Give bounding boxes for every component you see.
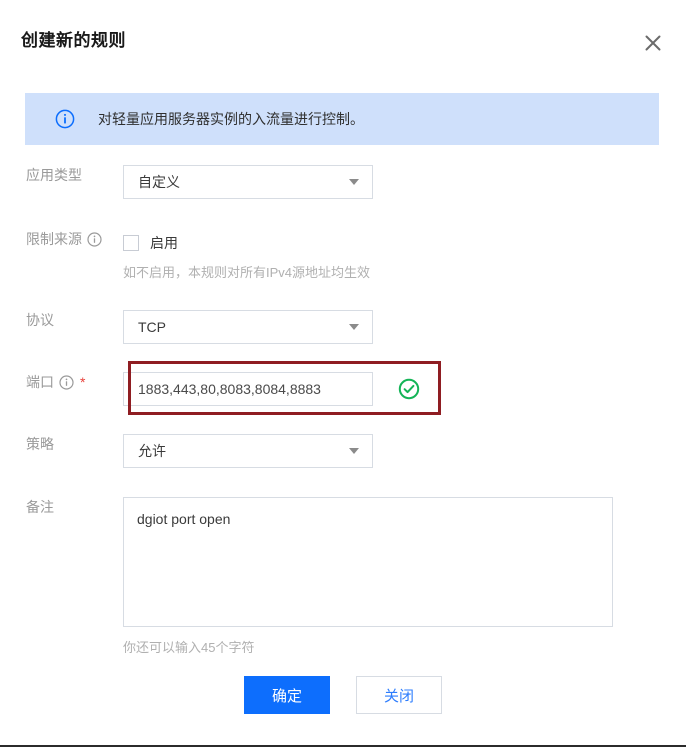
create-rule-dialog: 创建新的规则 对轻量应用服务器实例的入流量进行控制。 应用类型 自定义 限制来源… [0, 0, 686, 747]
info-banner-text: 对轻量应用服务器实例的入流量进行控制。 [98, 111, 364, 127]
app-type-select[interactable]: 自定义 [123, 165, 373, 199]
rule-form: 应用类型 自定义 限制来源 启用 如不启用，本规则对所有IPv4源地址均生效 协… [0, 165, 686, 656]
field-row-port: 端口 * 1883,443,80,8083,8084,8883 [0, 361, 686, 415]
dialog-footer: 确定 关闭 [0, 676, 686, 714]
remark-label: 备注 [0, 497, 112, 517]
protocol-field: TCP [112, 310, 686, 344]
field-row-policy: 策略 允许 [0, 434, 686, 468]
check-circle-icon [398, 378, 420, 400]
info-circle-icon[interactable] [59, 374, 74, 390]
app-type-field: 自定义 [112, 165, 686, 199]
remark-label-text: 备注 [26, 499, 54, 515]
port-label-text: 端口 [26, 374, 54, 390]
field-row-app-type: 应用类型 自定义 [0, 165, 686, 199]
protocol-label-text: 协议 [26, 312, 54, 328]
policy-field: 允许 [112, 434, 686, 468]
protocol-label: 协议 [0, 310, 112, 330]
limit-source-label: 限制来源 [0, 229, 112, 249]
protocol-value: TCP [138, 319, 166, 335]
confirm-button[interactable]: 确定 [244, 676, 330, 714]
limit-source-hint: 如不启用，本规则对所有IPv4源地址均生效 [123, 265, 371, 280]
page-title: 创建新的规则 [21, 31, 126, 50]
dialog-header: 创建新的规则 [0, 0, 686, 72]
info-banner: 对轻量应用服务器实例的入流量进行控制。 [25, 93, 659, 145]
close-icon[interactable] [642, 32, 664, 54]
limit-source-checkbox[interactable] [123, 235, 139, 251]
port-input[interactable]: 1883,443,80,8083,8084,8883 [123, 372, 373, 406]
app-type-value: 自定义 [138, 174, 180, 190]
policy-label-text: 策略 [26, 436, 54, 452]
protocol-select[interactable]: TCP [123, 310, 373, 344]
limit-source-checkbox-wrap[interactable]: 启用 [123, 231, 686, 255]
required-marker: * [80, 374, 86, 390]
policy-value: 允许 [138, 443, 166, 459]
limit-source-label-text: 限制来源 [26, 231, 82, 247]
app-type-label-text: 应用类型 [26, 167, 82, 183]
limit-source-checkbox-label: 启用 [150, 235, 178, 251]
chevron-down-icon [349, 324, 359, 330]
info-circle-icon[interactable] [87, 231, 102, 247]
remark-counter: 你还可以输入45个字符 [123, 640, 255, 655]
limit-source-field: 启用 如不启用，本规则对所有IPv4源地址均生效 [112, 229, 686, 282]
field-row-remark: 备注 dgiot port open 你还可以输入45个字符 [0, 497, 686, 656]
port-field: 1883,443,80,8083,8084,8883 [112, 372, 686, 406]
close-button[interactable]: 关闭 [356, 676, 442, 714]
remark-textarea[interactable]: dgiot port open [123, 497, 613, 627]
field-row-limit-source: 限制来源 启用 如不启用，本规则对所有IPv4源地址均生效 [0, 229, 686, 282]
chevron-down-icon [349, 448, 359, 454]
policy-select[interactable]: 允许 [123, 434, 373, 468]
chevron-down-icon [349, 179, 359, 185]
info-circle-icon [55, 109, 75, 129]
app-type-label: 应用类型 [0, 165, 112, 185]
policy-label: 策略 [0, 434, 112, 454]
port-label: 端口 * [0, 372, 112, 392]
remark-field: dgiot port open 你还可以输入45个字符 [112, 497, 686, 656]
field-row-protocol: 协议 TCP [0, 310, 686, 344]
